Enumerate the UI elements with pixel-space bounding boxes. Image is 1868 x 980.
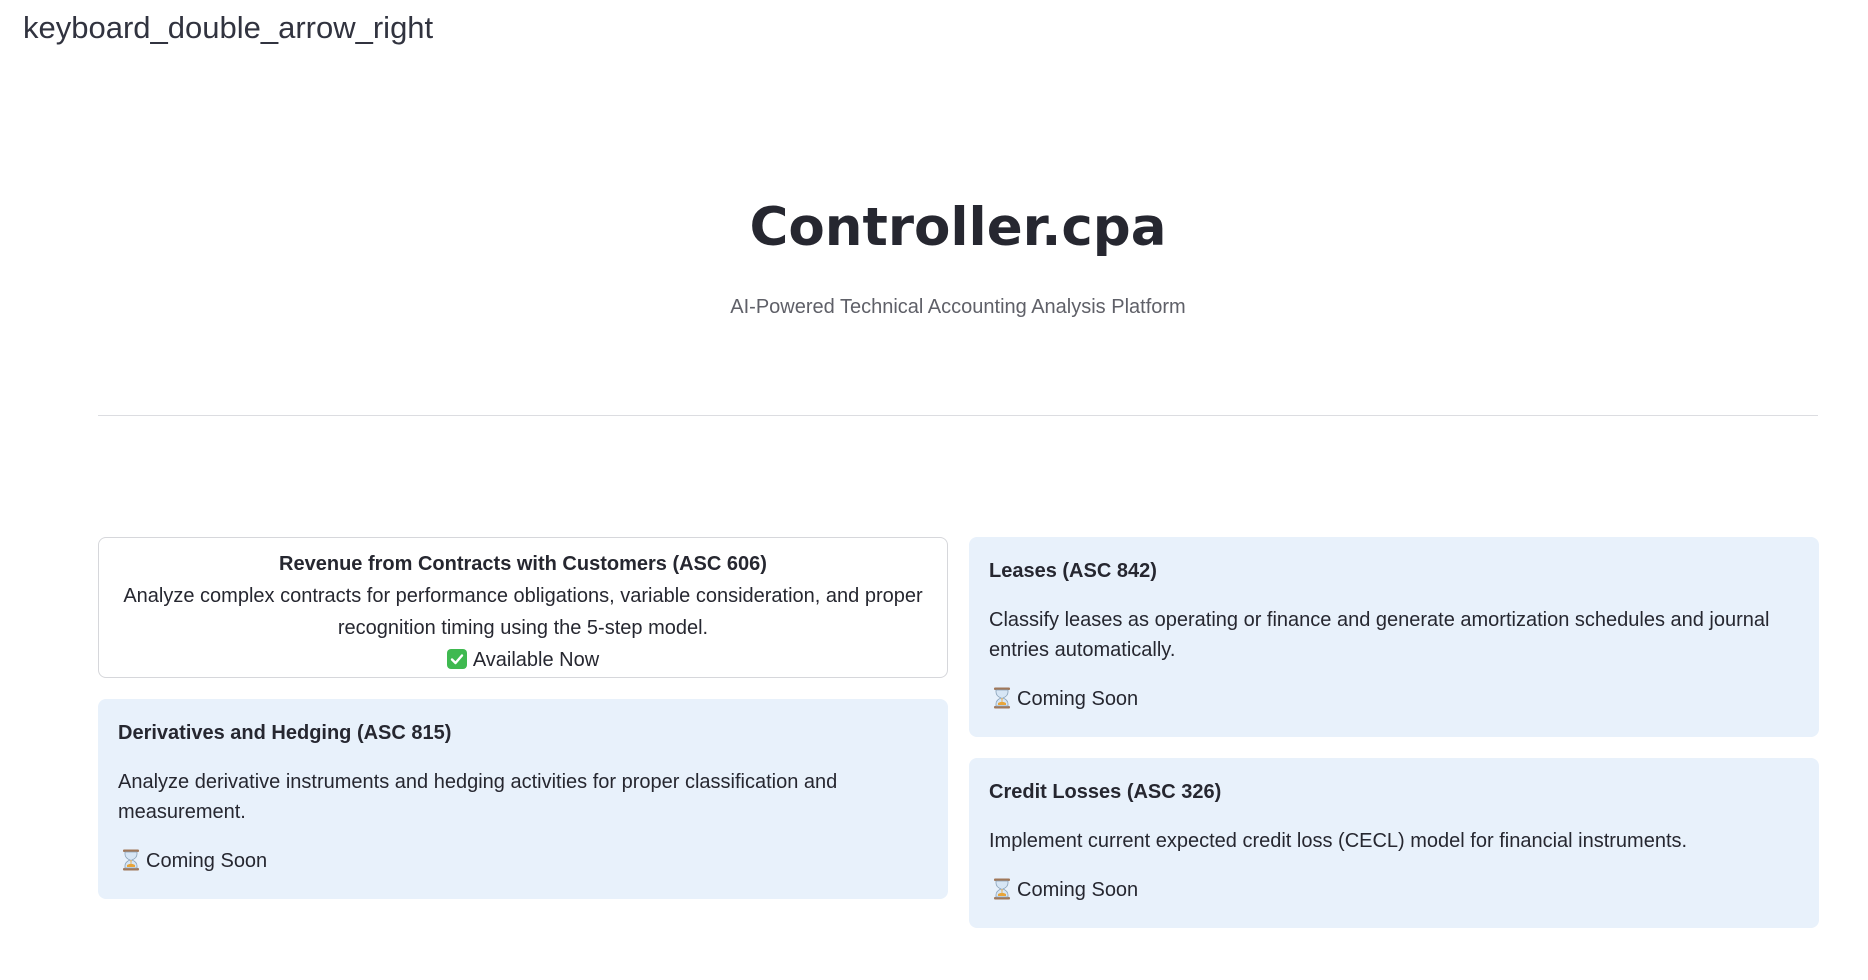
- page-subtitle: AI-Powered Technical Accounting Analysis…: [730, 296, 1186, 318]
- card-asc815[interactable]: Derivatives and Hedging (ASC 815) Analyz…: [98, 699, 948, 899]
- page-title: Controller.cpa: [749, 197, 1167, 258]
- card-status: Coming Soon: [989, 874, 1799, 906]
- card-asc326[interactable]: Credit Losses (ASC 326) Implement curren…: [969, 758, 1819, 928]
- card-title: Derivatives and Hedging (ASC 815): [118, 722, 452, 744]
- hero: Controller.cpa AI-Powered Technical Acco…: [98, 188, 1818, 322]
- card-description: Analyze derivative instruments and hedgi…: [118, 771, 838, 823]
- card-title: Leases (ASC 842): [989, 560, 1157, 582]
- divider: [98, 415, 1818, 416]
- check-icon: [446, 648, 467, 669]
- card-status-label: Available Now: [472, 649, 600, 671]
- card-title: Revenue from Contracts with Customers (A…: [279, 553, 767, 575]
- hourglass-icon: [993, 878, 1011, 900]
- card-status-label: Coming Soon: [1017, 879, 1139, 901]
- card-title: Credit Losses (ASC 326): [989, 781, 1222, 803]
- card-asc606[interactable]: Revenue from Contracts with Customers (A…: [98, 537, 948, 678]
- card-status: Coming Soon: [989, 683, 1799, 715]
- card-status: Coming Soon: [118, 845, 928, 877]
- sidebar-expand-button[interactable]: keyboard_double_arrow_right: [23, 8, 433, 48]
- hourglass-icon: [993, 687, 1011, 709]
- cards-column-right: Leases (ASC 842) Classify leases as oper…: [969, 537, 1819, 928]
- card-status-label: Coming Soon: [1017, 688, 1139, 710]
- card-status: Available Now: [115, 644, 931, 676]
- page: keyboard_double_arrow_right Controller.c…: [0, 0, 1868, 980]
- card-description: Analyze complex contracts for performanc…: [123, 585, 923, 639]
- card-description: Classify leases as operating or finance …: [989, 609, 1770, 661]
- cards-column-left: Revenue from Contracts with Customers (A…: [98, 537, 948, 899]
- card-asc842[interactable]: Leases (ASC 842) Classify leases as oper…: [969, 537, 1819, 737]
- card-status-label: Coming Soon: [146, 850, 268, 872]
- hourglass-icon: [122, 849, 140, 871]
- card-description: Implement current expected credit loss (…: [989, 830, 1688, 852]
